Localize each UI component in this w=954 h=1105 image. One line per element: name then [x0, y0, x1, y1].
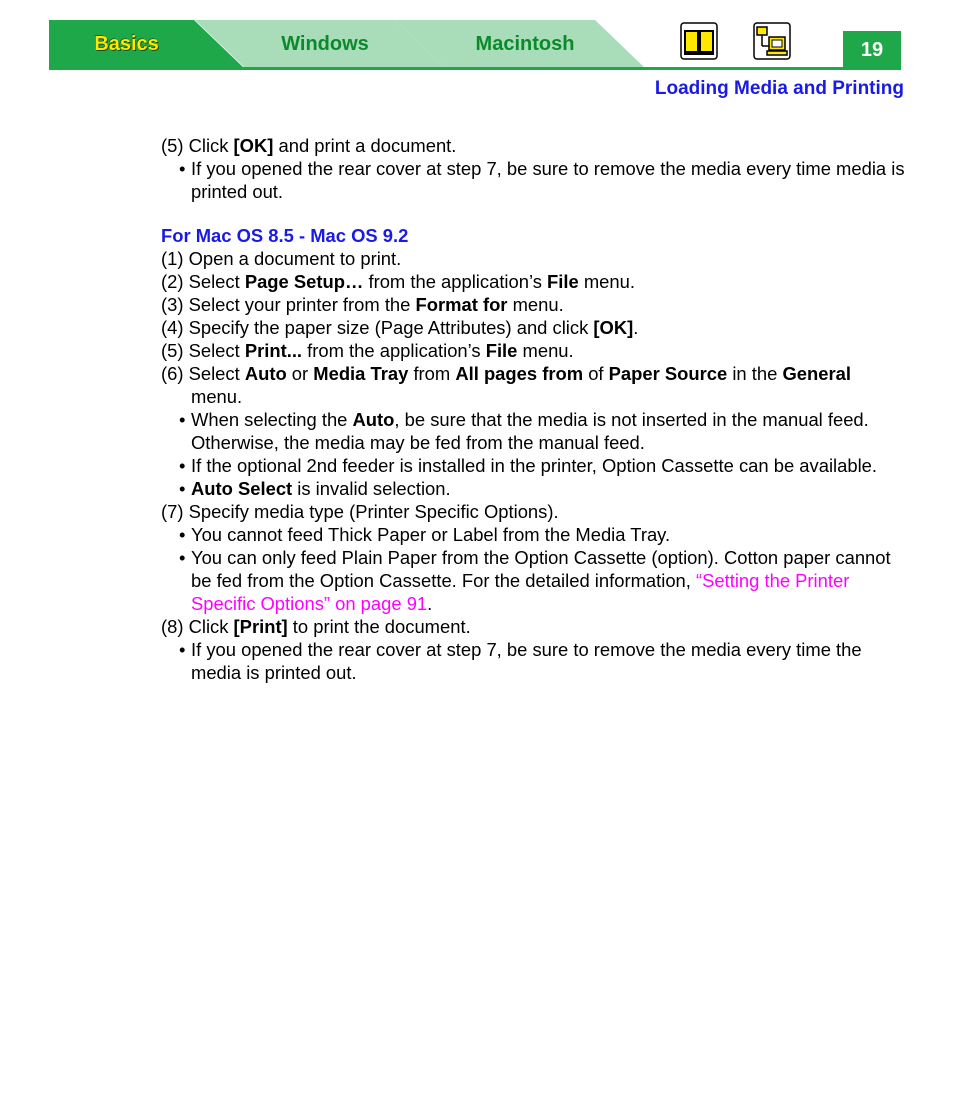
text: to print the document.: [287, 616, 471, 637]
bullet-dot: •: [179, 158, 186, 179]
step-8: (8) Click [Print] to print the document.: [161, 615, 906, 638]
bold-text: File: [547, 271, 579, 292]
tab-macintosh-label: Macintosh: [475, 32, 575, 55]
text: from: [408, 363, 456, 384]
bold-text: Auto: [352, 409, 395, 430]
text: menu.: [578, 271, 635, 292]
network-printer-icon[interactable]: [753, 22, 791, 60]
text: (5) Click: [161, 135, 234, 156]
bold-text: Media Tray: [313, 363, 409, 384]
bullet-dot: •: [179, 455, 186, 476]
text: menu.: [191, 386, 243, 407]
text: (2) Select: [161, 271, 245, 292]
bullet-dot: •: [179, 639, 186, 660]
bold-text: File: [485, 340, 518, 361]
step-7: (7) Specify media type (Printer Specific…: [161, 501, 559, 522]
bullet-dot: •: [179, 409, 186, 430]
text: You cannot feed Thick Paper or Label fro…: [191, 524, 671, 545]
text: .: [427, 593, 433, 614]
text: (8) Click: [161, 616, 234, 637]
bullet-dot: •: [179, 478, 186, 499]
subheading-mac-os: For Mac OS 8.5 - Mac OS 9.2: [161, 225, 409, 246]
document-body: (5) Click [OK] and print a document. • If…: [161, 134, 906, 684]
bold-text: Format for: [415, 294, 508, 315]
bold-text: [Print]: [233, 616, 288, 637]
tab-basics-label: Basics: [94, 32, 159, 55]
text: If the optional 2nd feeder is installed …: [191, 455, 877, 476]
bullet-dot: •: [179, 547, 186, 568]
bullet-item: • You can only feed Plain Paper from the …: [161, 546, 906, 615]
step-3: (3) Select your printer from the Format …: [161, 293, 906, 316]
text: of: [583, 363, 609, 384]
text: in the: [727, 363, 783, 384]
text: (5) Select: [161, 340, 245, 361]
bullet-item: • When selecting the Auto, be sure that t…: [161, 408, 906, 454]
bullet-item: • Auto Select is invalid selection.: [161, 477, 906, 500]
bold-text: General: [782, 363, 851, 384]
text: menu.: [517, 340, 574, 361]
step-2: (2) Select Page Setup… from the applicat…: [161, 270, 906, 293]
bold-text: [OK]: [233, 135, 274, 156]
bullet-item: • If you opened the rear cover at step 7,…: [161, 638, 906, 684]
text: from the application’s: [363, 271, 548, 292]
header-divider: [49, 67, 901, 70]
text: If you opened the rear cover at step 7, …: [191, 158, 905, 202]
text: from the application’s: [302, 340, 486, 361]
step-1: (1) Open a document to print.: [161, 248, 402, 269]
text: or: [286, 363, 314, 384]
text: (4) Specify the paper size (Page Attribu…: [161, 317, 594, 338]
text: When selecting the: [191, 409, 353, 430]
book-icon[interactable]: [680, 22, 718, 60]
bold-text: Page Setup…: [244, 271, 364, 292]
text: is invalid selection.: [292, 478, 451, 499]
bold-text: [OK]: [593, 317, 634, 338]
bold-text: Auto: [244, 363, 287, 384]
text: (3) Select your printer from the: [161, 294, 416, 315]
bullet-item: • You cannot feed Thick Paper or Label fr…: [161, 523, 906, 546]
text: .: [633, 317, 639, 338]
bold-text: Print...: [244, 340, 303, 361]
bullet-item: • If you opened the rear cover at step 7,…: [161, 157, 906, 203]
page-number: 19: [843, 31, 901, 69]
tab-windows-label: Windows: [281, 32, 369, 55]
bullet-item: • If the optional 2nd feeder is installed…: [161, 454, 906, 477]
text: and print a document.: [273, 135, 457, 156]
bullet-dot: •: [179, 524, 186, 545]
text: menu.: [507, 294, 564, 315]
step-5-previous: (5) Click [OK] and print a document.: [161, 134, 906, 157]
bold-text: Auto Select: [191, 478, 293, 499]
text: If you opened the rear cover at step 7, …: [191, 639, 862, 683]
step-4: (4) Specify the paper size (Page Attribu…: [161, 316, 906, 339]
text: (6) Select: [161, 363, 245, 384]
bold-text: Paper Source: [608, 363, 728, 384]
section-title[interactable]: Loading Media and Printing: [655, 78, 904, 100]
bold-text: All pages from: [455, 363, 584, 384]
step-6: (6) Select Auto or Media Tray from All p…: [161, 362, 906, 408]
step-5: (5) Select Print... from the application…: [161, 339, 906, 362]
